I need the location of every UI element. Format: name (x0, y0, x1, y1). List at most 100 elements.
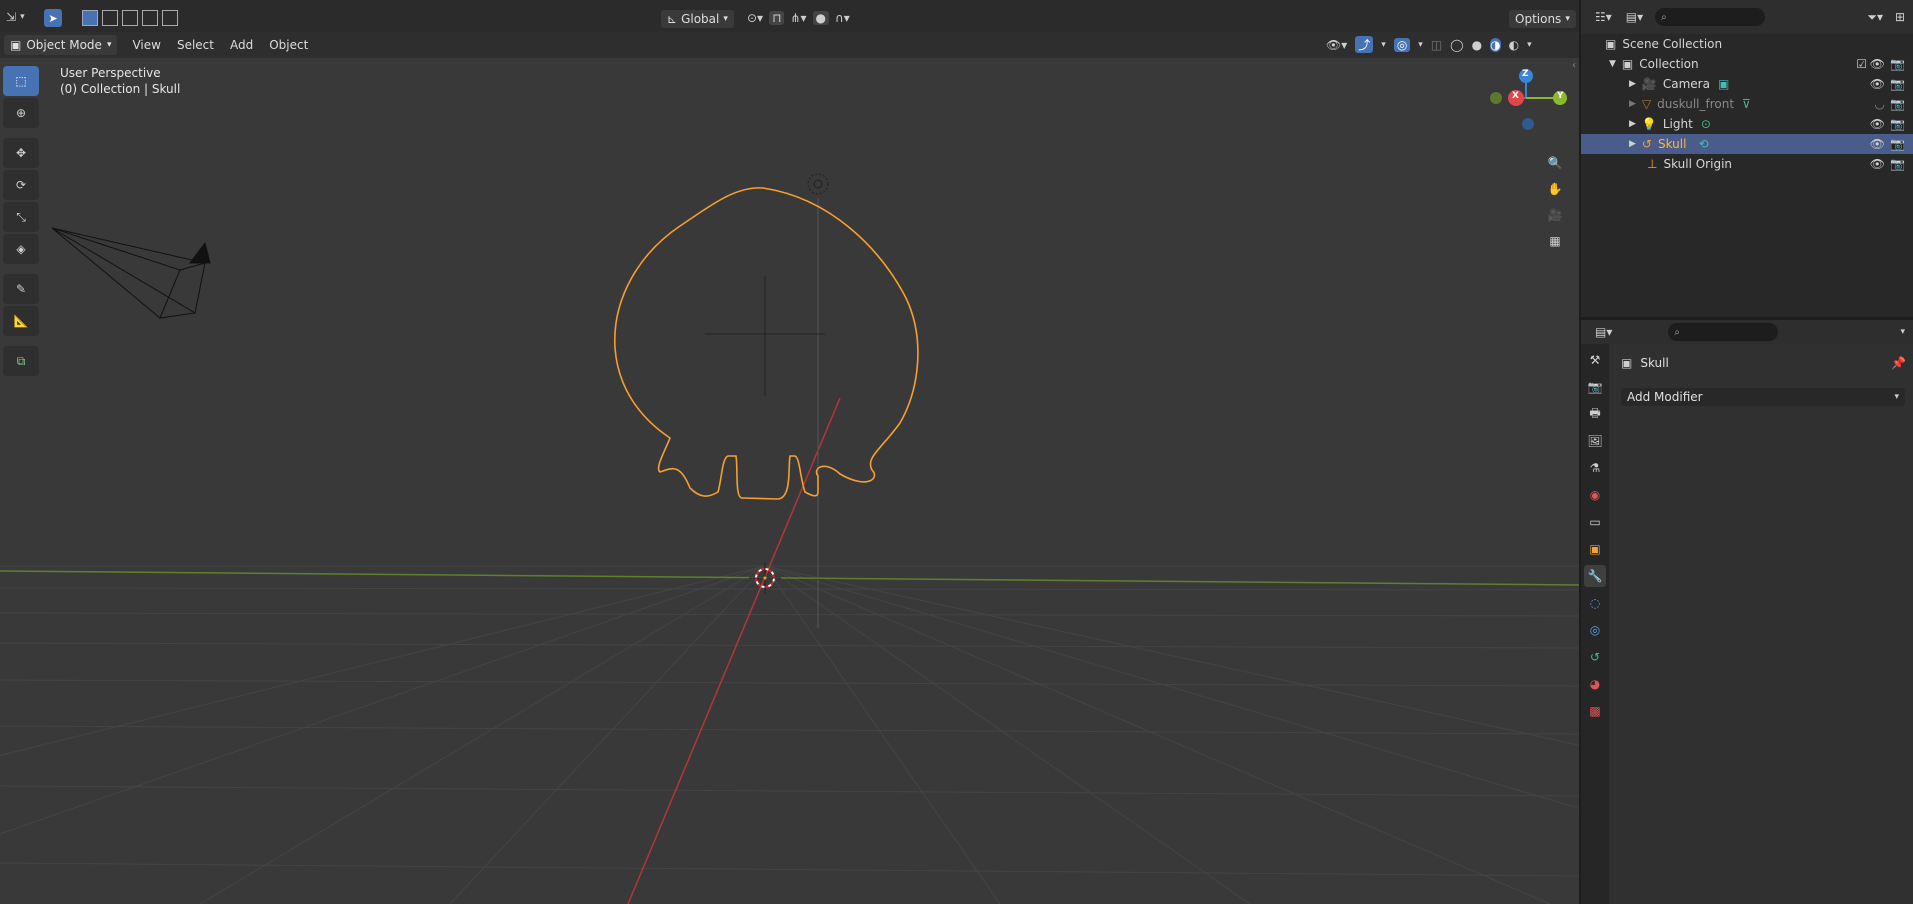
snap-icon[interactable]: ⊓ (769, 11, 785, 25)
gizmo-z-label[interactable]: Z (1522, 69, 1529, 79)
modifier-tab-icon[interactable]: 🔧 (1584, 565, 1606, 587)
annotate-tool[interactable]: ✎ (3, 274, 39, 304)
outliner-row-skull[interactable]: ▶ ↺ Skull ⟲ 👁 📷 (1581, 134, 1913, 154)
solid-shading-icon[interactable]: ● (1472, 38, 1482, 52)
outliner-row-light[interactable]: ▶ 💡 Light ⊙ 👁 📷 (1581, 114, 1913, 134)
expand-arrow-icon[interactable]: ▶ (1629, 139, 1636, 149)
outliner-search-input[interactable]: ⌕ (1655, 8, 1766, 26)
eye-icon[interactable]: 👁 (1870, 157, 1885, 171)
texture-tab-icon[interactable]: ▩ (1584, 700, 1606, 722)
camera-view-icon[interactable]: 🎥 (1542, 202, 1568, 228)
overlay-toggle-icon[interactable]: ◎ (1393, 37, 1411, 52)
camera-data-icon[interactable]: ▣ (1718, 77, 1729, 91)
render-tab-icon[interactable]: 📷 (1584, 376, 1606, 398)
cursor-tool[interactable]: ⊕ (3, 98, 39, 128)
particles-tab-icon[interactable]: ◌ (1584, 592, 1606, 614)
editor-type-selector[interactable]: ⇲ ▾ (6, 10, 25, 24)
outliner-row-scene-collection[interactable]: ▣ Scene Collection (1581, 34, 1913, 54)
select-extend-icon[interactable] (102, 10, 118, 26)
collection-tab-icon[interactable]: ▭ (1584, 511, 1606, 533)
render-camera-icon[interactable]: 📷 (1890, 157, 1905, 171)
sidebar-toggle-icon[interactable]: ‹ (1572, 60, 1576, 71)
expand-arrow-icon[interactable]: ▶ (1629, 99, 1636, 109)
outliner-row-camera[interactable]: ▶ 🎥 Camera ▣ 👁 📷 (1581, 74, 1913, 94)
checkbox-icon[interactable]: ☑ (1856, 57, 1867, 71)
add-menu[interactable]: Add (223, 35, 260, 55)
scale-tool[interactable]: ⤡ (3, 202, 39, 232)
gizmo-x-label[interactable]: X (1512, 91, 1519, 101)
new-collection-icon[interactable]: ⊞ (1895, 10, 1905, 24)
select-intersect-icon[interactable] (162, 10, 178, 26)
render-camera-icon[interactable]: 📷 (1890, 97, 1905, 111)
eye-closed-icon[interactable]: ◡ (1875, 97, 1885, 111)
tool-tab-icon[interactable]: ⚒ (1584, 349, 1606, 371)
snap-target-icon[interactable]: ⋔▾ (790, 11, 806, 25)
render-camera-icon[interactable]: 📷 (1890, 137, 1905, 151)
pan-hand-icon[interactable]: ✋ (1542, 176, 1568, 202)
eye-icon[interactable]: 👁 (1870, 57, 1885, 71)
render-camera-icon[interactable]: 📷 (1890, 117, 1905, 131)
properties-search-input[interactable]: ⌕ (1668, 323, 1779, 341)
material-shading-icon[interactable]: ◑ (1490, 37, 1501, 52)
eye-icon[interactable]: 👁 (1870, 137, 1885, 151)
render-camera-icon[interactable]: 📷 (1890, 57, 1905, 71)
outliner-editor-icon[interactable]: ☷▾ (1595, 10, 1612, 24)
select-menu[interactable]: Select (170, 35, 221, 55)
mesh-data-icon[interactable]: ⊽ (1742, 97, 1751, 111)
outliner-row-skull-origin[interactable]: ⊥ Skull Origin 👁 📷 (1581, 154, 1913, 174)
display-mode-icon[interactable]: ▤▾ (1626, 10, 1643, 24)
physics-tab-icon[interactable]: ◎ (1584, 619, 1606, 641)
select-box-tool[interactable]: ⬚ (3, 66, 39, 96)
select-new-icon[interactable] (82, 10, 98, 26)
scene-tab-icon[interactable]: ⚗ (1584, 457, 1606, 479)
expand-arrow-icon[interactable]: ▶ (1629, 79, 1636, 89)
transform-tool[interactable]: ◈ (3, 234, 39, 264)
add-modifier-dropdown[interactable]: Add Modifier ▾ (1621, 388, 1905, 406)
expand-arrow-icon[interactable]: ▼ (1609, 59, 1616, 69)
shading-dropdown-icon[interactable]: ▾ (1527, 40, 1532, 50)
add-cube-tool[interactable]: ⧉ (3, 346, 39, 376)
select-subtract-icon[interactable] (122, 10, 138, 26)
curve-data-icon[interactable]: ⟲ (1698, 137, 1708, 151)
falloff-icon[interactable]: ∩▾ (835, 11, 850, 25)
material-tab-icon[interactable]: ◕ (1584, 673, 1606, 695)
outliner-row-collection[interactable]: ▼ ▣ Collection ☑ 👁 📷 (1581, 54, 1913, 74)
gizmo-toggle-icon[interactable]: ⤴ (1355, 36, 1374, 53)
view-menu[interactable]: View (125, 35, 167, 55)
navigation-gizmo[interactable]: Z X Y (1486, 66, 1576, 156)
select-invert-icon[interactable] (142, 10, 158, 26)
proportional-edit-icon[interactable]: ● (812, 11, 830, 25)
zoom-icon[interactable]: 🔍 (1542, 150, 1568, 176)
move-tool[interactable]: ✥ (3, 138, 39, 168)
eye-icon[interactable]: 👁 (1870, 117, 1885, 131)
mode-selector[interactable]: ▣ Object Mode ▾ (4, 35, 118, 55)
select-tool-button[interactable]: ➤ (44, 9, 62, 27)
outliner-row-duskull-front[interactable]: ▶ ▽ duskull_front ⊽ ◡ 📷 (1581, 94, 1913, 114)
expand-arrow-icon[interactable]: ▶ (1629, 119, 1636, 129)
gizmo-dropdown-icon[interactable]: ▾ (1381, 40, 1386, 50)
rotate-tool[interactable]: ⟳ (3, 170, 39, 200)
view-layer-tab-icon[interactable]: 🖼 (1584, 430, 1606, 452)
render-camera-icon[interactable]: 📷 (1890, 77, 1905, 91)
xray-icon[interactable]: ◫ (1431, 38, 1442, 52)
visibility-icon[interactable]: 👁▾ (1326, 38, 1347, 52)
pin-icon[interactable]: 📌 (1891, 356, 1906, 370)
pivot-point-icon[interactable]: ⊙▾ (747, 11, 763, 25)
ortho-grid-icon[interactable]: ▦ (1542, 228, 1568, 254)
output-tab-icon[interactable]: 🖶 (1584, 403, 1606, 425)
skull-curve-object[interactable] (614, 187, 919, 500)
overlay-dropdown-icon[interactable]: ▾ (1418, 40, 1423, 50)
object-tab-icon[interactable]: ▣ (1584, 538, 1606, 560)
transform-orientation-dropdown[interactable]: ⊾ Global ▾ (661, 10, 734, 28)
eye-icon[interactable]: 👁 (1870, 77, 1885, 91)
camera-object[interactable] (51, 227, 211, 319)
wireframe-shading-icon[interactable]: ◯ (1450, 38, 1463, 52)
skull-origin-empty[interactable] (705, 276, 825, 396)
filter-icon[interactable]: ⏷▾ (1867, 10, 1883, 25)
properties-editor-icon[interactable]: ▤▾ (1595, 325, 1612, 339)
chevron-down-icon[interactable]: ▾ (1900, 327, 1905, 337)
3d-viewport[interactable]: User Perspective (0) Collection | Skull … (0, 58, 1579, 904)
world-tab-icon[interactable]: ◉ (1584, 484, 1606, 506)
object-menu[interactable]: Object (262, 35, 315, 55)
options-dropdown[interactable]: Options ▾ (1509, 10, 1576, 28)
